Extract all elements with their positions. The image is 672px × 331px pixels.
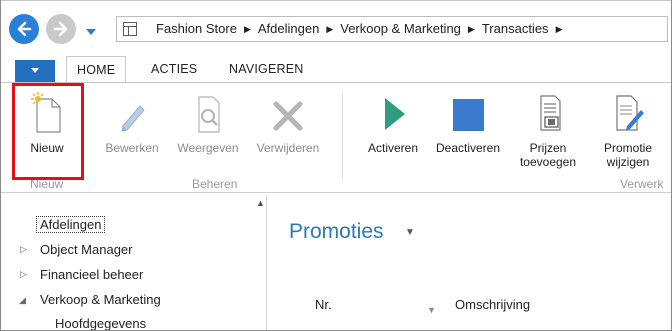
window-frame [0,0,672,331]
